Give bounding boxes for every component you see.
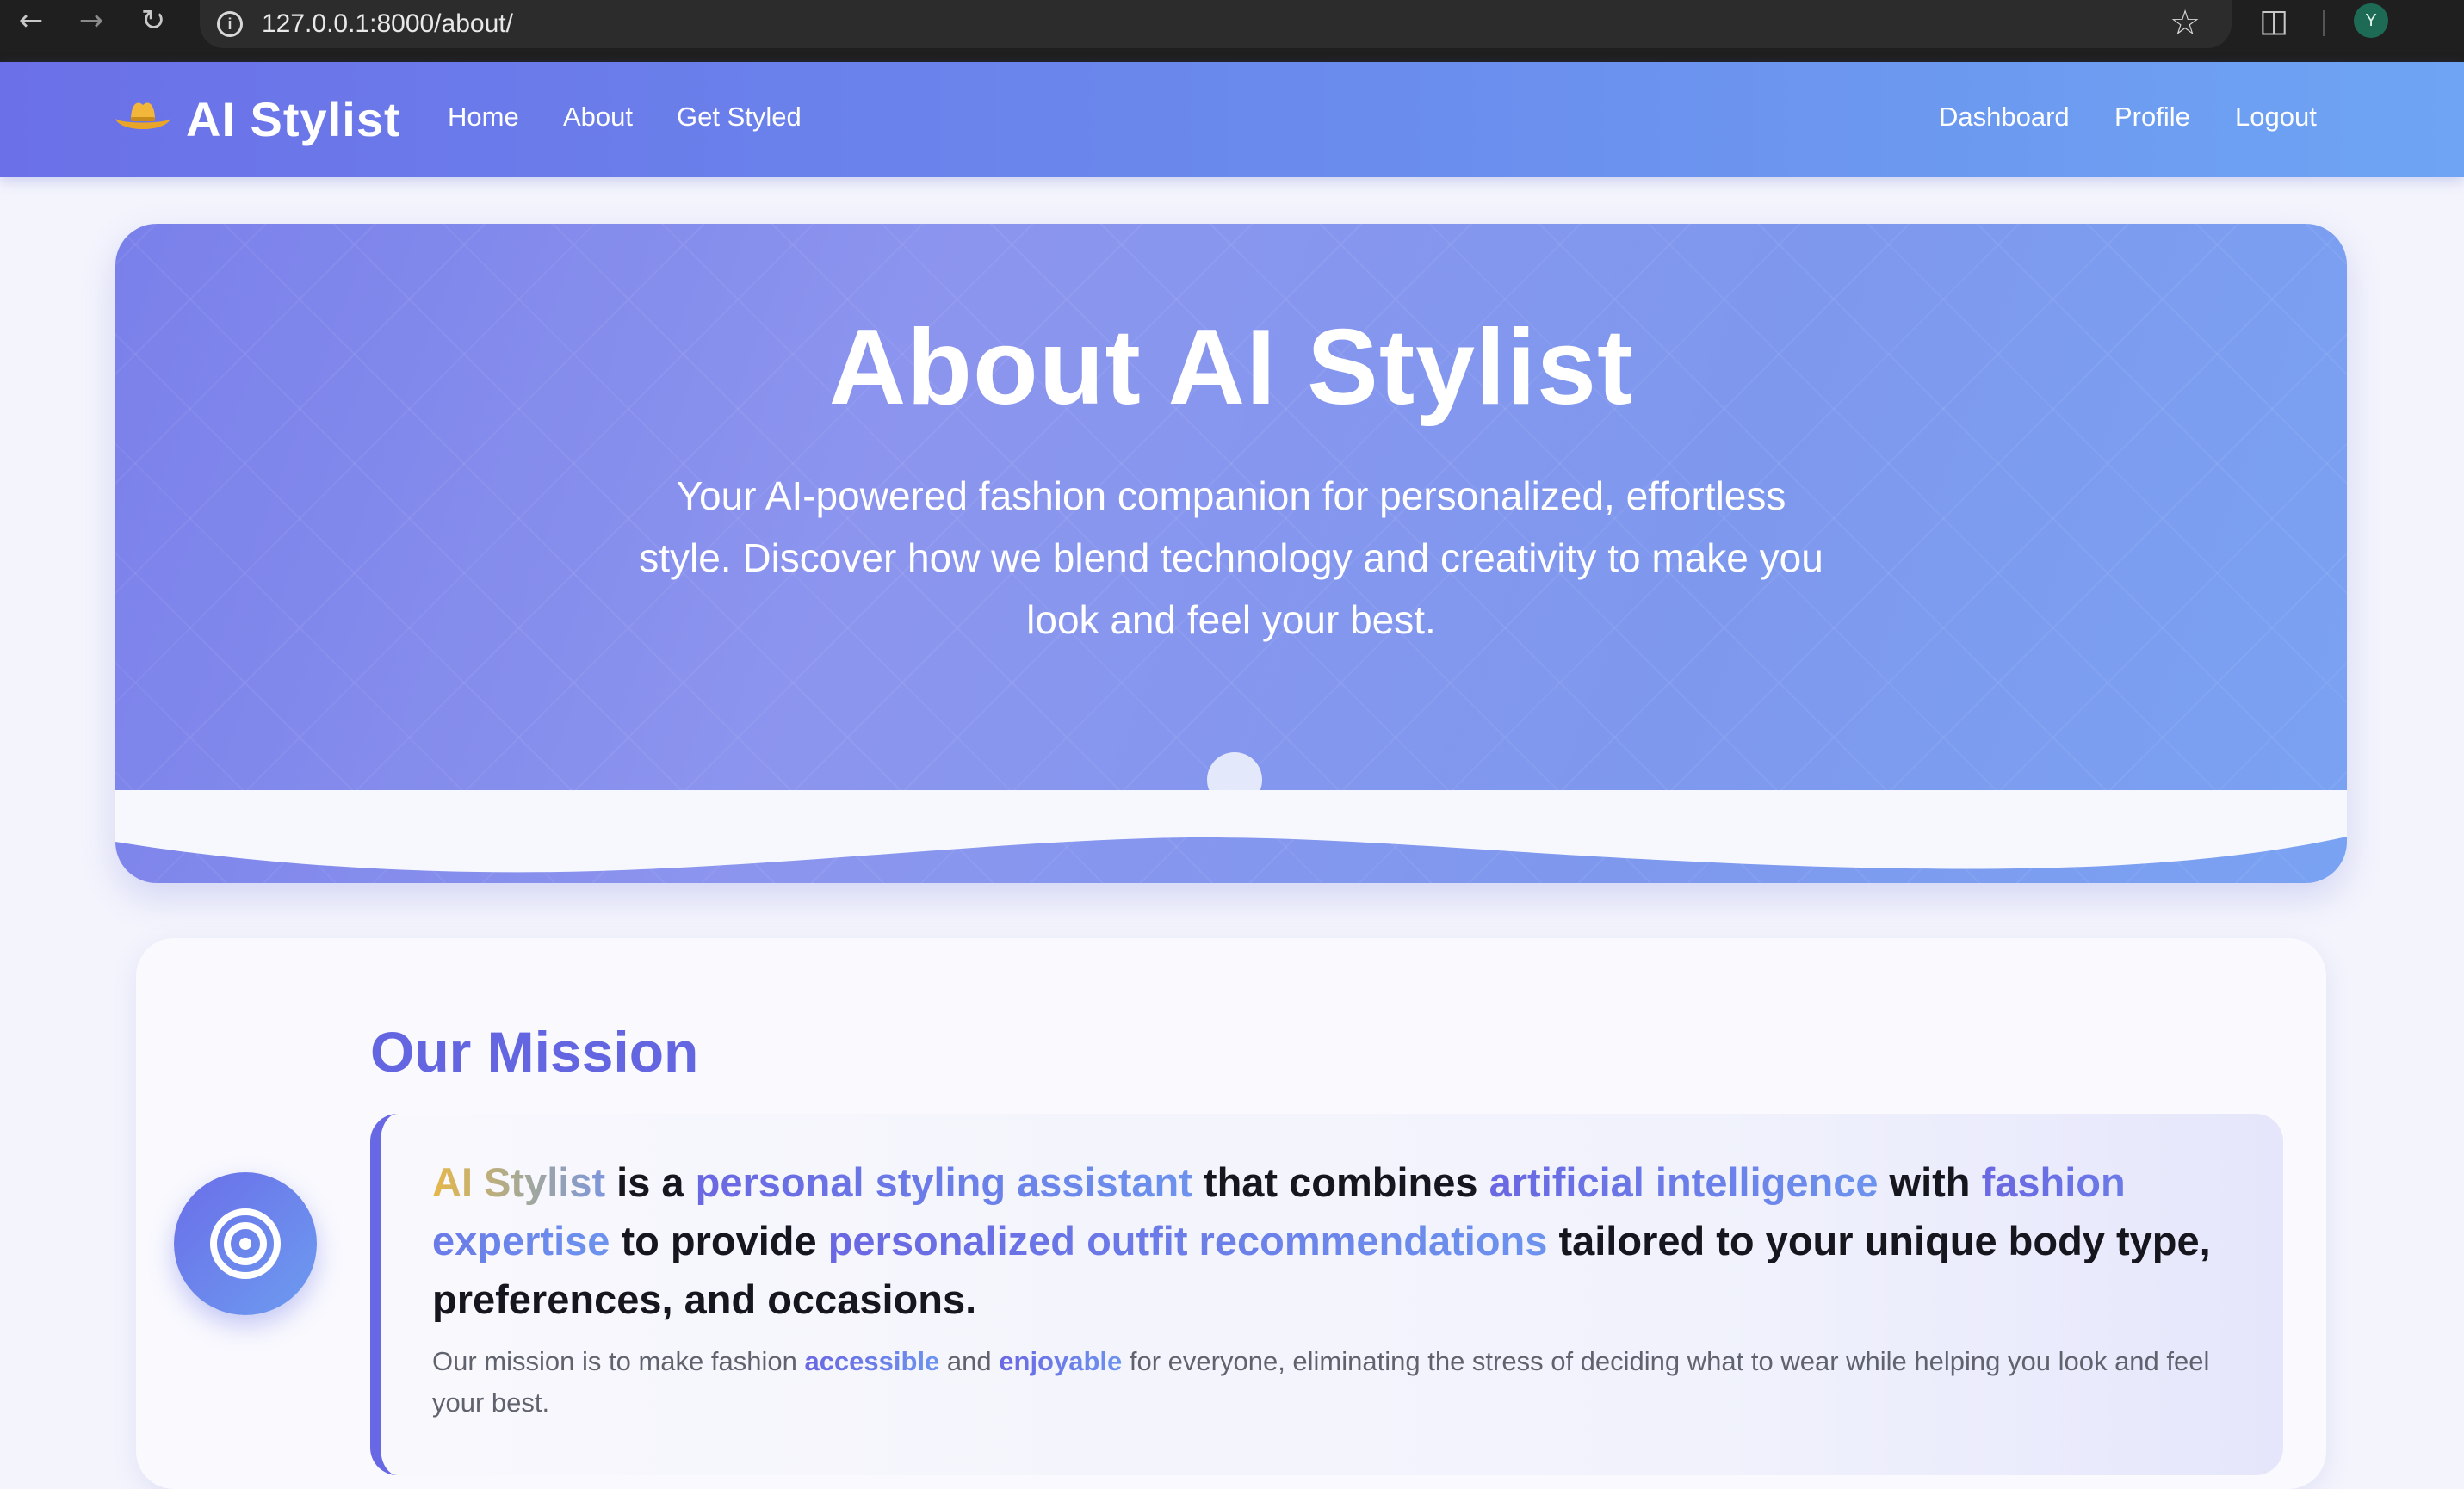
address-bar[interactable]: i 127.0.0.1:8000/about/ ☆ <box>200 0 2232 48</box>
mission-emphasis: accessible <box>804 1346 940 1376</box>
mission-highlight: personal styling assistant <box>695 1159 1192 1205</box>
mission-statement-box: AI Stylist is a personal styling assista… <box>370 1114 2283 1475</box>
mission-body-segment: and <box>939 1346 1000 1376</box>
hero-subtitle: Your AI-powered fashion companion for pe… <box>639 473 1823 642</box>
mission-body-text: Our mission is to make fashion accessibl… <box>432 1341 2249 1424</box>
nav-link-home[interactable]: Home <box>448 102 519 133</box>
mission-brand-highlight: AI Stylist <box>432 1159 606 1205</box>
nav-link-get-styled[interactable]: Get Styled <box>677 102 802 133</box>
brand-name: AI Stylist <box>186 91 401 146</box>
mission-target-badge <box>174 1172 317 1315</box>
page-title: About AI Stylist <box>828 308 1634 427</box>
extensions-puzzle-icon[interactable]: ◫ <box>2259 3 2288 39</box>
mission-lead-segment: is a <box>605 1159 696 1205</box>
mission-highlight: artificial intelligence <box>1489 1159 1879 1205</box>
mission-lead-segment: to provide <box>610 1218 828 1263</box>
reload-icon[interactable]: ↻ <box>133 0 174 41</box>
info-icon[interactable]: i <box>217 11 243 37</box>
site-navbar: AI Stylist Home About Get Styled Dashboa… <box>0 62 2464 177</box>
nav-link-about[interactable]: About <box>563 102 633 133</box>
mission-lead-text: AI Stylist is a personal styling assista… <box>432 1153 2266 1329</box>
nav-link-profile[interactable]: Profile <box>2114 102 2190 133</box>
mission-body-segment: Our mission is to make fashion <box>432 1346 805 1376</box>
mission-heading: Our Mission <box>370 1020 699 1084</box>
nav-link-logout[interactable]: Logout <box>2235 102 2317 133</box>
mission-lead-segment: with <box>1878 1159 1982 1205</box>
toolbar-divider <box>2323 10 2325 36</box>
mission-lead-segment: that combines <box>1192 1159 1489 1205</box>
nav-link-dashboard[interactable]: Dashboard <box>1939 102 2070 133</box>
hero-wave-divider <box>115 790 2347 873</box>
mission-emphasis: enjoyable <box>999 1346 1123 1376</box>
url-text[interactable]: 127.0.0.1:8000/about/ <box>262 9 513 39</box>
brand-link[interactable]: AI Stylist <box>112 84 401 153</box>
bookmark-star-icon[interactable]: ☆ <box>2170 3 2201 43</box>
browser-toolbar: ← → ↻ i 127.0.0.1:8000/about/ ☆ ◫ Y <box>0 0 2464 62</box>
mission-highlight: personalized outfit recommendations <box>827 1218 1548 1263</box>
forward-arrow-icon[interactable]: → <box>71 0 112 41</box>
profile-avatar[interactable]: Y <box>2354 3 2388 38</box>
target-icon <box>210 1208 281 1279</box>
back-arrow-icon[interactable]: ← <box>10 0 52 41</box>
cowboy-hat-icon <box>115 102 170 129</box>
